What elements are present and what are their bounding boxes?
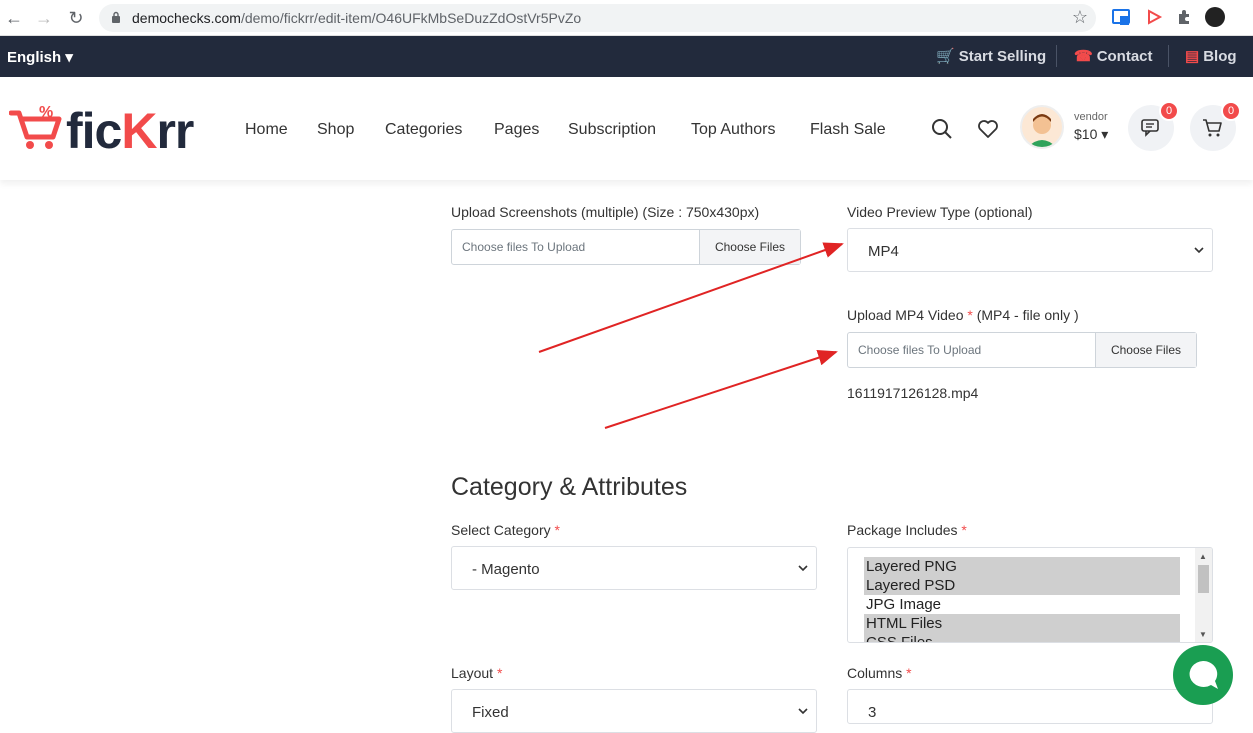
chat-bubble-icon: [1189, 660, 1218, 689]
chevron-down-icon: [798, 565, 808, 572]
scrollbar-thumb[interactable]: [1198, 565, 1209, 593]
columns-label: Columns *: [847, 665, 912, 681]
live-chat-button[interactable]: [1173, 645, 1233, 705]
listbox-scrollbar[interactable]: ▲ ▼: [1195, 548, 1212, 642]
scroll-down-icon[interactable]: ▼: [1199, 630, 1207, 639]
select-value: 3: [868, 704, 877, 721]
section-heading: Category & Attributes: [451, 473, 688, 501]
layout-label: Layout *: [451, 665, 503, 681]
layout-select[interactable]: Fixed: [451, 689, 817, 733]
scroll-up-icon[interactable]: ▲: [1199, 552, 1207, 561]
chevron-down-icon: [798, 708, 808, 715]
package-option[interactable]: Layered PSD: [864, 576, 1180, 595]
annotation-arrow: [538, 242, 844, 353]
select-value: - Magento: [472, 561, 540, 578]
columns-select[interactable]: 3: [847, 689, 1213, 724]
select-value: Fixed: [472, 704, 509, 721]
package-option[interactable]: Layered PNG: [864, 557, 1180, 576]
package-option[interactable]: CSS Files: [864, 633, 1180, 642]
package-option[interactable]: JPG Image: [864, 595, 1180, 614]
package-option[interactable]: HTML Files: [864, 614, 1180, 633]
package-label: Package Includes *: [847, 522, 967, 538]
package-includes-listbox[interactable]: Layered PNG Layered PSD JPG Image HTML F…: [847, 547, 1213, 643]
category-label: Select Category *: [451, 522, 560, 538]
category-select[interactable]: - Magento: [451, 546, 817, 590]
annotation-arrow: [604, 350, 838, 429]
